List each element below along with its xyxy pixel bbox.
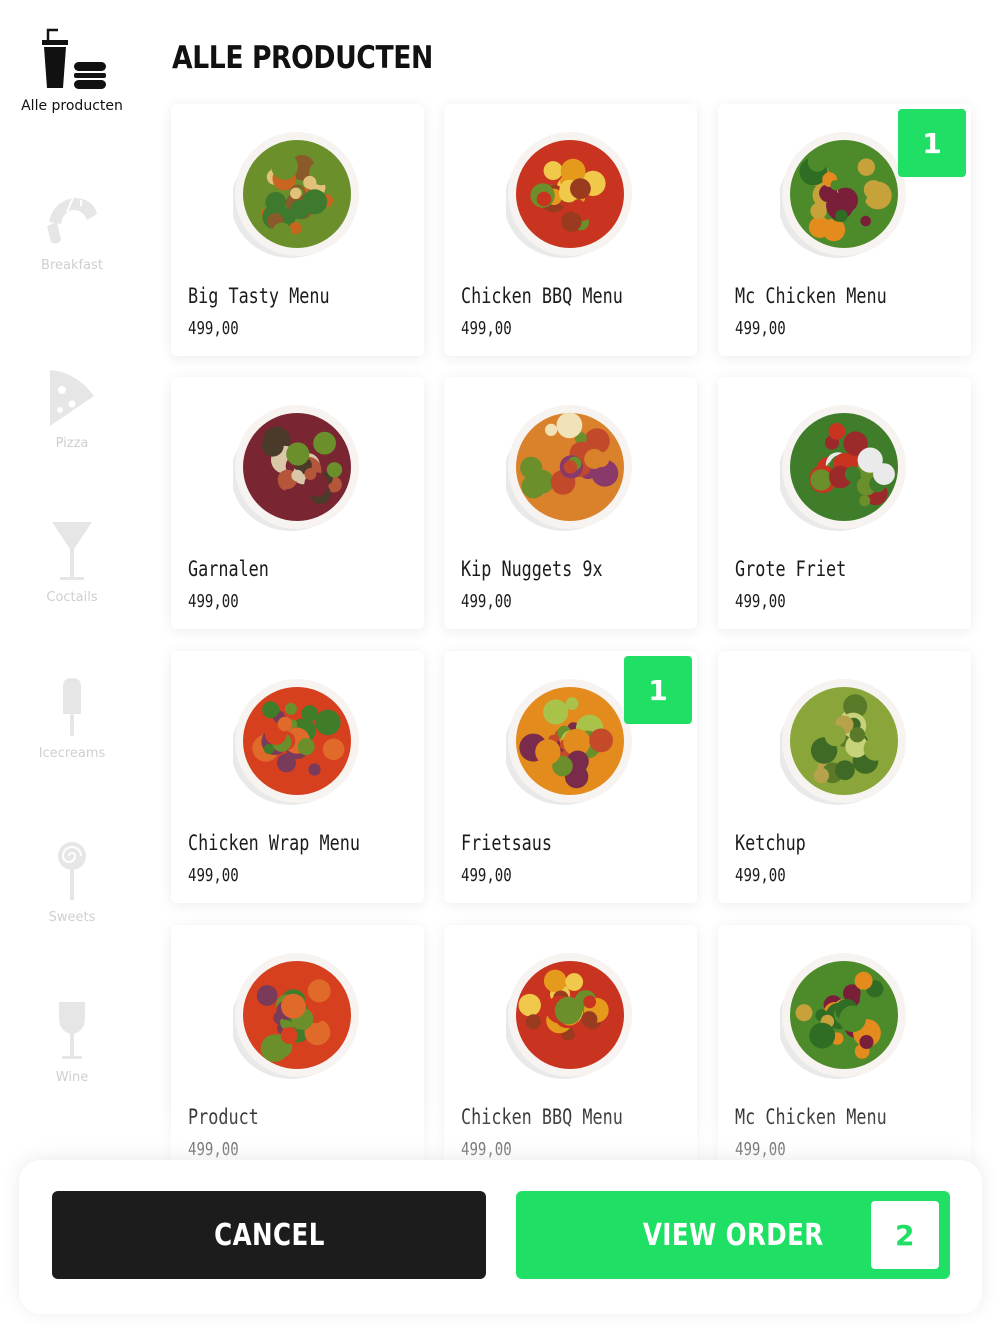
product-name: Chicken Wrap Menu [188, 831, 360, 855]
product-image [504, 130, 634, 258]
category-sweets[interactable]: Sweets [14, 840, 130, 925]
product-image [231, 403, 361, 531]
product-image [504, 951, 634, 1079]
product-name: Grote Friet [735, 557, 847, 581]
product-image [231, 951, 361, 1079]
product-price: 499,00 [461, 318, 512, 339]
view-order-button-label: VIEW ORDER [642, 1217, 824, 1253]
product-image [504, 403, 634, 531]
product-card[interactable]: Chicken Wrap Menu 499,00 [171, 651, 424, 903]
product-name: Frietsaus [461, 831, 553, 855]
product-card[interactable]: Kip Nuggets 9x 499,00 [444, 377, 697, 629]
product-image [778, 951, 908, 1079]
product-price: 499,00 [735, 318, 786, 339]
category-label: Wine [55, 1070, 89, 1085]
cancel-button[interactable]: CANCEL [52, 1191, 486, 1279]
category-wine[interactable]: Wine [14, 1000, 130, 1085]
order-count-badge: 2 [871, 1201, 939, 1269]
product-price: 499,00 [735, 865, 786, 886]
category-label: Icecreams [38, 746, 106, 761]
category-pizza[interactable]: Pizza [14, 366, 130, 451]
product-price: 499,00 [188, 591, 239, 612]
quantity-badge: 1 [624, 656, 692, 724]
product-card[interactable]: Grote Friet 499,00 [718, 377, 971, 629]
cocktail-glass-icon [50, 520, 94, 582]
category-label: Coctails [46, 590, 98, 605]
product-name: Mc Chicken Menu [735, 284, 887, 308]
product-image [231, 130, 361, 258]
popsicle-icon [60, 676, 84, 738]
category-label: Breakfast [41, 258, 103, 273]
product-image [778, 677, 908, 805]
product-price: 499,00 [461, 591, 512, 612]
product-card[interactable]: Big Tasty Menu 499,00 [171, 104, 424, 356]
product-name: Garnalen [188, 557, 269, 581]
lollipop-icon [55, 840, 89, 902]
category-label: Pizza [55, 436, 89, 451]
category-breakfast[interactable]: Breakfast [14, 192, 130, 273]
category-label: Alle producten [21, 98, 123, 114]
product-image [504, 677, 634, 805]
bottom-action-panel: CANCEL VIEW ORDER 2 [19, 1160, 982, 1314]
pizza-slice-icon [46, 366, 98, 428]
product-name: Kip Nuggets 9x [461, 557, 603, 581]
product-name: Ketchup [735, 831, 806, 855]
product-image [231, 677, 361, 805]
product-card[interactable]: Garnalen 499,00 [171, 377, 424, 629]
croissant-icon [43, 192, 101, 250]
product-price: 499,00 [461, 865, 512, 886]
category-label: Sweets [48, 910, 96, 925]
category-icecreams[interactable]: Icecreams [14, 676, 130, 761]
drink-burger-icon [36, 28, 108, 90]
cancel-button-label: CANCEL [213, 1217, 325, 1253]
category-alle-producten[interactable]: Alle producten [14, 28, 130, 114]
product-card[interactable]: Mc Chicken Menu 499,00 1 [718, 104, 971, 356]
product-price: 499,00 [188, 865, 239, 886]
product-name: Chicken BBQ Menu [461, 284, 623, 308]
product-name: Big Tasty Menu [188, 284, 330, 308]
product-card[interactable]: Chicken BBQ Menu 499,00 [444, 104, 697, 356]
product-image [778, 403, 908, 531]
product-price: 499,00 [735, 591, 786, 612]
category-coctails[interactable]: Coctails [14, 520, 130, 605]
view-order-button[interactable]: VIEW ORDER 2 [516, 1191, 950, 1279]
page-title: ALLE PRODUCTEN [172, 40, 433, 76]
product-price: 499,00 [188, 318, 239, 339]
product-card[interactable]: Frietsaus 499,00 1 [444, 651, 697, 903]
quantity-badge: 1 [898, 109, 966, 177]
product-card[interactable]: Ketchup 499,00 [718, 651, 971, 903]
wine-glass-icon [56, 1000, 88, 1062]
product-image [778, 130, 908, 258]
